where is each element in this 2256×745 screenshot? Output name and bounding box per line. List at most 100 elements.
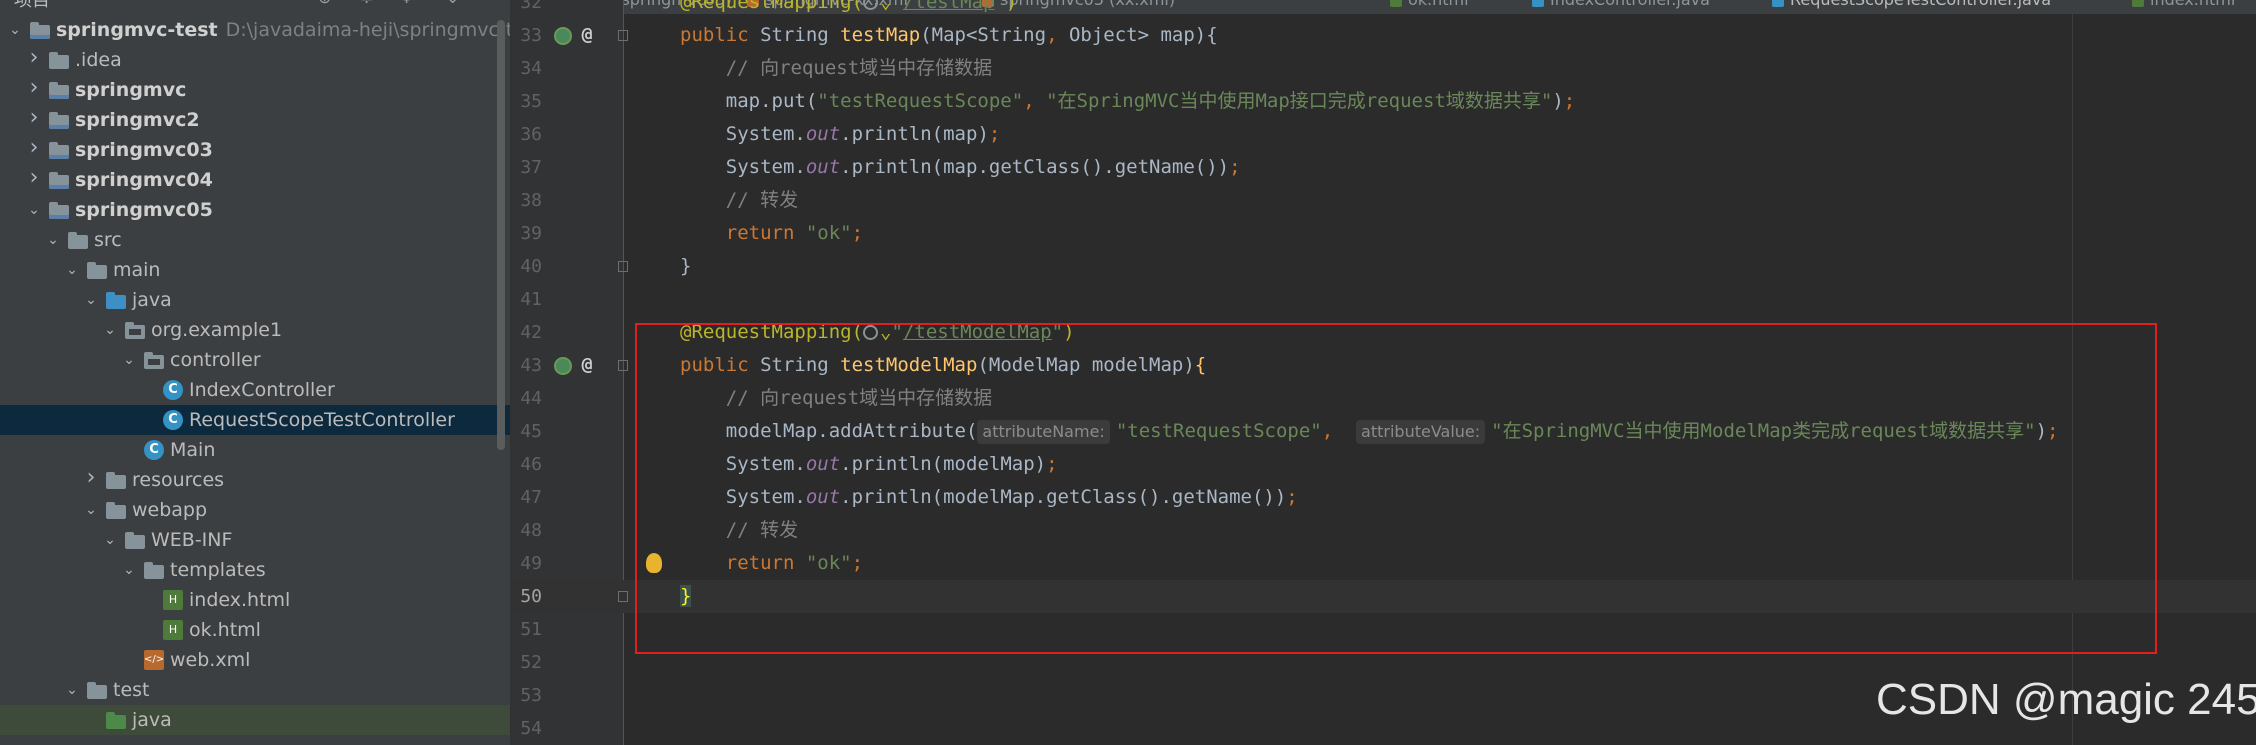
line-number: 46 bbox=[520, 454, 542, 475]
code-line[interactable]: 40} bbox=[512, 250, 2256, 283]
tree-item[interactable]: ⌄ templates bbox=[0, 555, 510, 585]
tree-item[interactable]: java bbox=[0, 705, 510, 735]
code-line[interactable]: 35 map.put("testRequestScope", "在SpringM… bbox=[512, 85, 2256, 118]
tree-item[interactable]: ⌄ controller bbox=[0, 345, 510, 375]
tree-item[interactable]: C IndexController bbox=[0, 375, 510, 405]
chevron-down-icon[interactable]: ⌄ bbox=[46, 233, 60, 247]
run-gutter-icon[interactable] bbox=[554, 27, 572, 45]
tree-item[interactable]: Hindex.html bbox=[0, 585, 510, 615]
tree-item-label: WEB-INF bbox=[151, 529, 233, 551]
at-gutter-icon[interactable]: @ bbox=[578, 356, 596, 374]
chevron-right-icon[interactable]: › bbox=[27, 77, 41, 99]
code-editor[interactable]: pom.xml (springmvc05)springmvc-xx.xmlspr… bbox=[512, 0, 2256, 745]
tree-item[interactable]: ⌄ java bbox=[0, 285, 510, 315]
chevron-right-icon[interactable]: › bbox=[27, 167, 41, 189]
expand-icon[interactable]: ⇞ bbox=[400, 0, 413, 7]
chevron-down-icon[interactable]: ⌄ bbox=[122, 563, 136, 577]
tree-item[interactable]: › .idea bbox=[0, 45, 510, 75]
fold-icon[interactable] bbox=[618, 591, 628, 602]
chevron-down-icon[interactable]: ⌄ bbox=[84, 503, 98, 517]
code-line[interactable]: 39 return "ok"; bbox=[512, 217, 2256, 250]
chevron-right-icon[interactable]: › bbox=[84, 467, 98, 489]
tree-item[interactable]: C RequestScopeTestController bbox=[0, 405, 510, 435]
chevron-down-icon[interactable]: ⌄ bbox=[103, 323, 117, 337]
tree-item[interactable]: ⌄ src bbox=[0, 225, 510, 255]
code-line[interactable]: 51 bbox=[512, 613, 2256, 646]
code-token: ) bbox=[1552, 90, 1564, 112]
code-line[interactable]: 32 @RequestMapping(⌄"/testMap") bbox=[512, 0, 2256, 19]
test-folder-icon bbox=[106, 712, 126, 729]
code-line[interactable]: 46 System.out.println(modelMap); bbox=[512, 448, 2256, 481]
chevron-down-icon[interactable]: ⌄ bbox=[880, 321, 891, 343]
run-gutter-icon[interactable] bbox=[554, 357, 572, 375]
tree-item[interactable]: C Main bbox=[0, 435, 510, 465]
chevron-down-icon[interactable]: ⌄ bbox=[8, 23, 22, 37]
tree-item[interactable]: › springmvc03 bbox=[0, 135, 510, 165]
tree-item[interactable]: ⌄ org.example1 bbox=[0, 315, 510, 345]
parameter-hint: attributeName: bbox=[977, 419, 1110, 444]
chevron-down-icon[interactable]: ⌄ bbox=[446, 0, 459, 7]
tree-item[interactable]: › springmvc2 bbox=[0, 105, 510, 135]
code-line[interactable]: 36 System.out.println(map); bbox=[512, 118, 2256, 151]
source-folder-icon bbox=[106, 292, 126, 309]
code-token: modelMap.addAttribute( bbox=[680, 420, 978, 442]
code-line[interactable]: 43 @ public String testModelMap(ModelMap m… bbox=[512, 349, 2256, 382]
tree-item[interactable]: ⌄ springmvc05 bbox=[0, 195, 510, 225]
folder-icon bbox=[49, 52, 69, 69]
tree-scrollbar[interactable] bbox=[497, 20, 505, 450]
tree-item[interactable]: </> web.xml bbox=[0, 645, 510, 675]
tree-item[interactable]: › springmvc bbox=[0, 75, 510, 105]
code-line[interactable]: 44 // 向request域当中存储数据 bbox=[512, 382, 2256, 415]
tree-item[interactable]: › resources bbox=[0, 465, 510, 495]
fold-icon[interactable] bbox=[618, 360, 628, 371]
lightbulb-icon[interactable] bbox=[646, 553, 662, 573]
collapse-icon[interactable]: ≑ bbox=[360, 0, 373, 7]
chevron-right-icon[interactable]: › bbox=[27, 107, 41, 129]
line-number: 45 bbox=[520, 421, 542, 442]
globe-icon[interactable] bbox=[863, 325, 879, 340]
globe-icon[interactable]: ⊕ bbox=[318, 0, 331, 7]
code-line[interactable]: 41 bbox=[512, 283, 2256, 316]
code-token: ; bbox=[988, 123, 1001, 145]
chevron-right-icon[interactable]: › bbox=[27, 47, 41, 69]
globe-icon[interactable] bbox=[863, 0, 879, 10]
code-line[interactable]: 48 // 转发 bbox=[512, 514, 2256, 547]
chevron-down-icon[interactable]: ⌄ bbox=[27, 203, 41, 217]
code-text: System.out.println(modelMap.getClass().g… bbox=[680, 481, 1298, 514]
code-token: // 转发 bbox=[725, 189, 799, 211]
code-text: // 转发 bbox=[680, 184, 798, 217]
chevron-down-icon[interactable]: ⌄ bbox=[122, 353, 136, 367]
tree-item-label: IndexController bbox=[189, 379, 335, 401]
chevron-down-icon[interactable]: ⌄ bbox=[65, 683, 79, 697]
tree-item[interactable]: ⌄ springmvc-test D:\javadaima-heji\springm… bbox=[0, 15, 510, 45]
code-token: return bbox=[725, 552, 806, 574]
code-token: " bbox=[1051, 321, 1064, 343]
code-line[interactable]: 37 System.out.println(map.getClass().get… bbox=[512, 151, 2256, 184]
code-line[interactable]: 45 modelMap.addAttribute(attributeName: "… bbox=[512, 415, 2256, 448]
tree-item[interactable]: › springmvc04 bbox=[0, 165, 510, 195]
code-line[interactable]: 47 System.out.println(modelMap.getClass(… bbox=[512, 481, 2256, 514]
tree-item-label: ok.html bbox=[189, 619, 261, 641]
tree-item[interactable]: Hok.html bbox=[0, 615, 510, 645]
tree-item[interactable]: ⌄ test bbox=[0, 675, 510, 705]
code-line[interactable]: 50} bbox=[512, 580, 2256, 613]
chevron-down-icon[interactable]: ⌄ bbox=[84, 293, 98, 307]
at-gutter-icon[interactable]: @ bbox=[578, 26, 596, 44]
tree-item-label: controller bbox=[170, 349, 261, 371]
chevron-down-icon[interactable]: ⌄ bbox=[103, 533, 117, 547]
chevron-down-icon[interactable]: ⌄ bbox=[65, 263, 79, 277]
code-line[interactable]: 34 // 向request域当中存储数据 bbox=[512, 52, 2256, 85]
chevron-right-icon[interactable]: › bbox=[27, 137, 41, 159]
tree-item-label: springmvc2 bbox=[75, 109, 200, 131]
tree-item[interactable]: ⌄ main bbox=[0, 255, 510, 285]
code-token: } bbox=[680, 585, 692, 607]
code-line[interactable]: 49 return "ok"; bbox=[512, 547, 2256, 580]
code-line[interactable]: 38 // 转发 bbox=[512, 184, 2256, 217]
fold-icon[interactable] bbox=[618, 261, 628, 272]
fold-icon[interactable] bbox=[618, 30, 628, 41]
code-line[interactable]: 42 @RequestMapping(⌄"/testModelMap") bbox=[512, 316, 2256, 349]
tree-item[interactable]: ⌄ WEB-INF bbox=[0, 525, 510, 555]
tree-item[interactable]: ⌄ webapp bbox=[0, 495, 510, 525]
chevron-down-icon[interactable]: ⌄ bbox=[880, 0, 891, 13]
code-line[interactable]: 33 @ public String testMap(Map<String, Obj… bbox=[512, 19, 2256, 52]
